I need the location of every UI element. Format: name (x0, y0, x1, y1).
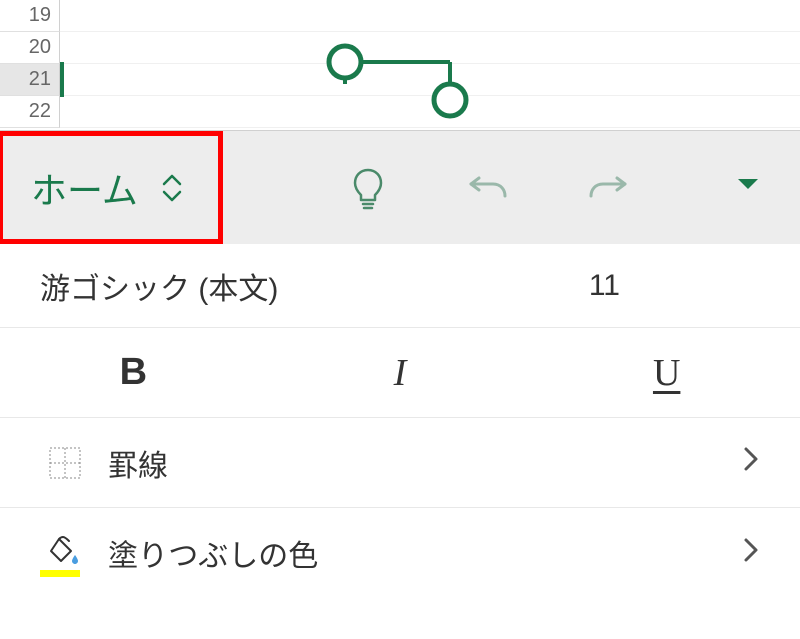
undo-icon (467, 170, 509, 206)
toolbar-expand-button[interactable] (696, 176, 800, 199)
redo-button[interactable] (583, 170, 633, 206)
lightbulb-icon (350, 166, 386, 210)
fill-color-swatch (40, 570, 80, 577)
undo-button[interactable] (463, 170, 513, 206)
borders-option[interactable]: 罫線 (0, 418, 800, 508)
fill-label: 塗りつぶしの色 (108, 531, 318, 575)
fill-color-option[interactable]: 塗りつぶしの色 (0, 508, 800, 598)
row-header[interactable]: 19 (0, 0, 60, 32)
caret-down-icon (736, 177, 760, 193)
row-header-gutter: 19 20 21 22 (0, 0, 60, 128)
font-size[interactable]: 11 (589, 269, 620, 303)
ideas-button[interactable] (343, 166, 393, 210)
ribbon-tab-home[interactable]: ホーム (0, 131, 223, 244)
ribbon-toolbar: ホーム (0, 130, 800, 244)
fill-bucket-icon (40, 533, 90, 573)
cell-grid[interactable] (60, 0, 800, 130)
underline-button[interactable]: U (533, 351, 800, 395)
cell-row[interactable] (60, 64, 800, 96)
tab-label: ホーム (31, 162, 138, 214)
font-name[interactable]: 游ゴシック (本文) (40, 264, 278, 308)
chevron-right-icon (742, 535, 760, 572)
cell-row[interactable] (60, 96, 800, 128)
text-style-row: B I U (0, 328, 800, 418)
font-selector-row: 游ゴシック (本文) 11 (0, 244, 800, 328)
borders-label: 罫線 (108, 441, 168, 485)
borders-icon (40, 445, 90, 481)
cell-row[interactable] (60, 32, 800, 64)
spreadsheet-area[interactable]: 19 20 21 22 (0, 0, 800, 130)
cell-row[interactable] (60, 0, 800, 32)
tab-switcher-icon (160, 170, 184, 206)
bold-button[interactable]: B (0, 351, 267, 394)
redo-icon (587, 170, 629, 206)
chevron-right-icon (742, 444, 760, 481)
row-header[interactable]: 22 (0, 96, 60, 128)
row-header[interactable]: 21 (0, 64, 60, 96)
toolbar-actions (343, 166, 633, 210)
row-header[interactable]: 20 (0, 32, 60, 64)
italic-button[interactable]: I (267, 351, 534, 395)
